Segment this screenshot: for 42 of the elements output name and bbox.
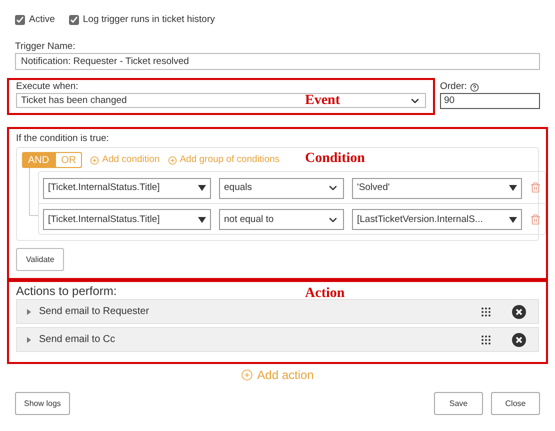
- field-label: Execute when:: [16, 81, 80, 94]
- help-icon[interactable]: [470, 82, 479, 92]
- field-label: Trigger Name:: [15, 41, 76, 54]
- dropdown-triangle-icon: [198, 185, 206, 192]
- dropdown-triangle-icon: [509, 216, 517, 223]
- plus-circle-icon: [168, 156, 177, 165]
- footer-button[interactable]: Save: [434, 392, 483, 416]
- section-label: Actions to perform:: [16, 283, 117, 300]
- field-select[interactable]: [Ticket.InternalStatus.Title]: [43, 178, 211, 199]
- order-field[interactable]: 90: [440, 93, 540, 110]
- section-label: If the condition is true:: [16, 133, 110, 146]
- remove-icon[interactable]: [512, 304, 526, 319]
- action-label: Send email to Requester: [39, 305, 150, 320]
- field-label: Order:: [440, 81, 467, 94]
- plus-circle-icon: [90, 156, 100, 165]
- checkbox[interactable]: Log trigger runs in ticket history: [68, 13, 215, 28]
- drag-handle-icon[interactable]: [480, 334, 492, 346]
- action-label: Send email to Cc: [39, 333, 116, 348]
- checkbox[interactable]: Active: [15, 13, 55, 28]
- value-select[interactable]: 'Solved': [352, 178, 522, 199]
- annotation-label: Condition: [305, 150, 365, 168]
- value-select[interactable]: [LastTicketVersion.InternalS...: [352, 209, 522, 230]
- checkmark-icon: [70, 16, 78, 24]
- remove-icon[interactable]: [512, 332, 526, 347]
- operator-select[interactable]: equals: [219, 178, 344, 199]
- action-row[interactable]: Send email to Cc: [16, 327, 539, 352]
- drag-handle-icon[interactable]: [480, 306, 492, 318]
- dropdown-triangle-icon: [198, 216, 206, 223]
- operator-select[interactable]: not equal to: [219, 209, 344, 230]
- trigger-name-field[interactable]: Notification: Requester - Ticket resolved: [15, 53, 540, 70]
- dropdown-triangle-icon: [509, 185, 517, 192]
- show-logs-button[interactable]: Show logs: [15, 392, 70, 416]
- expand-triangle-icon[interactable]: [27, 336, 31, 343]
- validate-button[interactable]: Validate: [16, 248, 64, 272]
- expand-triangle-icon[interactable]: [27, 308, 31, 315]
- checkmark-icon: [16, 16, 24, 24]
- footer-button[interactable]: Close: [491, 392, 540, 416]
- annotation-label: Event: [305, 92, 340, 110]
- plus-circle-icon: [241, 369, 254, 382]
- field-select[interactable]: [Ticket.InternalStatus.Title]: [43, 209, 211, 230]
- action-row[interactable]: Send email to Requester: [16, 299, 539, 324]
- tree-connector-line: [29, 168, 38, 216]
